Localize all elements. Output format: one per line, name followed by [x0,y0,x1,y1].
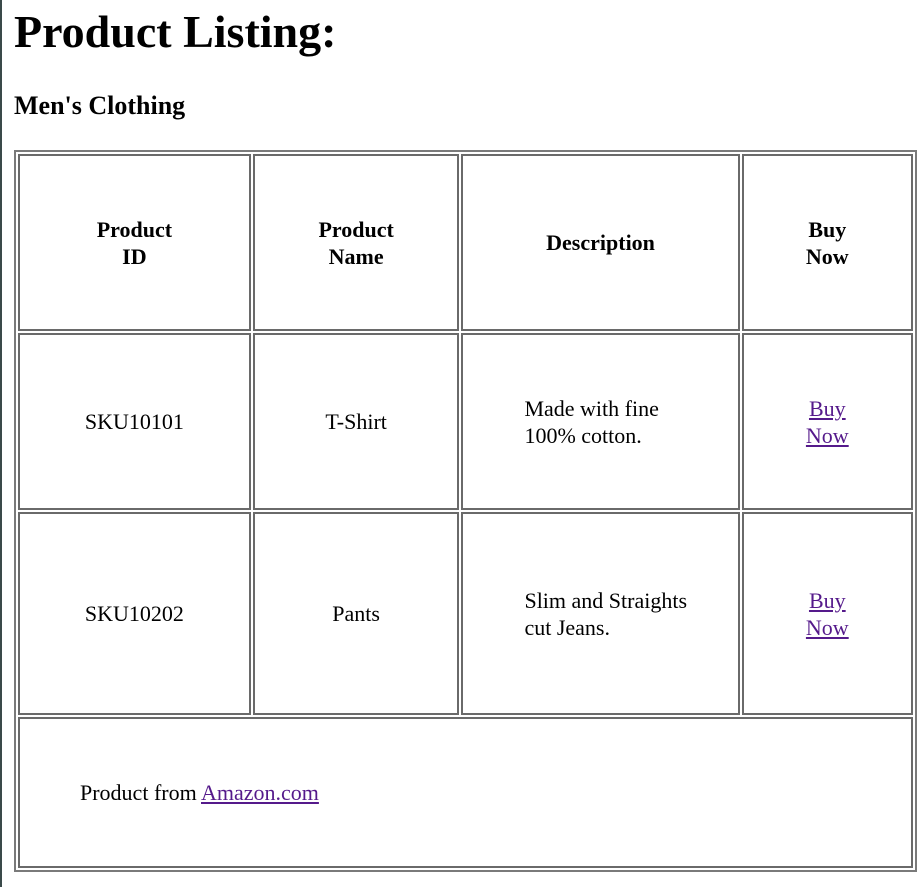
section-title: Men's Clothing [14,91,186,120]
buy-now-link[interactable]: Buy Now [797,395,857,449]
product-table: Product ID Product Name Description Buy … [14,150,917,872]
cell-buy-now: Buy Now [741,333,913,510]
cell-product-name: T-Shirt [252,333,460,510]
cell-product-id: SKU10202 [18,512,251,715]
page-title: Product Listing: [14,6,337,57]
cell-buy-now: Buy Now [741,512,913,715]
header-description: Description [461,154,740,331]
header-product-id: Product ID [18,154,251,331]
cell-product-name: Pants [252,512,460,715]
buy-now-link[interactable]: Buy Now [797,587,857,641]
table-header-row: Product ID Product Name Description Buy … [18,154,913,331]
header-product-name: Product Name [252,154,460,331]
table-row: SKU10202 Pants Slim and Straights cut Je… [18,512,913,715]
header-buy-now: Buy Now [741,154,913,331]
cell-product-id: SKU10101 [18,333,251,510]
table-footer-row: Product from Amazon.com [18,717,913,868]
table-row: SKU10101 T-Shirt Made with fine 100% cot… [18,333,913,510]
amazon-link[interactable]: Amazon.com [201,780,319,805]
footer-prefix: Product from [80,780,201,805]
cell-description: Slim and Straights cut Jeans. [461,512,740,715]
footer-cell: Product from Amazon.com [18,717,913,868]
cell-description: Made with fine 100% cotton. [461,333,740,510]
